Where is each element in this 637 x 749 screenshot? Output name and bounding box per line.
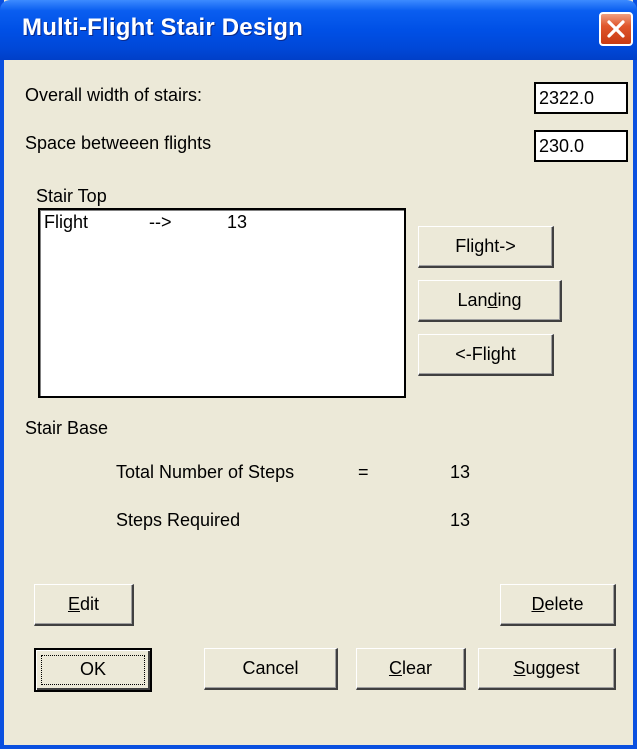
list-item-value: 13 (227, 212, 248, 232)
flight-left-button[interactable]: <-Flight (418, 334, 554, 376)
total-steps-value: 13 (450, 462, 471, 482)
close-button[interactable] (599, 12, 633, 46)
clear-button[interactable]: Clear (356, 648, 466, 690)
window-title: Multi-Flight Stair Design (22, 14, 303, 41)
steps-required-value: 13 (450, 510, 471, 530)
list-item[interactable]: Flight --> 13 (44, 212, 247, 317)
dialog-window: Multi-Flight Stair Design Overall width … (0, 0, 637, 749)
close-icon (607, 20, 625, 38)
flight-right-button[interactable]: Flight-> (418, 226, 554, 268)
steps-required-label: Steps Required (116, 510, 241, 530)
landing-button[interactable]: Landing (418, 280, 562, 322)
total-steps-label: Total Number of Steps (116, 462, 295, 482)
space-between-field[interactable]: 230.0 (534, 130, 628, 162)
title-bar[interactable]: Multi-Flight Stair Design (0, 0, 637, 60)
suggest-button[interactable]: Suggest (478, 648, 616, 690)
ok-button[interactable]: OK (34, 648, 152, 692)
list-item-name: Flight (44, 212, 89, 232)
total-steps-equals: = (358, 462, 369, 482)
overall-width-field[interactable]: 2322.0 (534, 82, 628, 114)
list-item-arrow: --> (149, 212, 172, 232)
cancel-button[interactable]: Cancel (204, 648, 338, 690)
delete-button[interactable]: Delete (500, 584, 616, 626)
stair-base-label: Stair Base (25, 418, 109, 438)
stair-top-label: Stair Top (36, 186, 107, 206)
overall-width-label: Overall width of stairs: (25, 85, 203, 105)
flight-list[interactable]: Flight --> 13 (38, 208, 406, 398)
space-between-label: Space betweeen flights (25, 133, 212, 153)
edit-button[interactable]: Edit (34, 584, 134, 626)
